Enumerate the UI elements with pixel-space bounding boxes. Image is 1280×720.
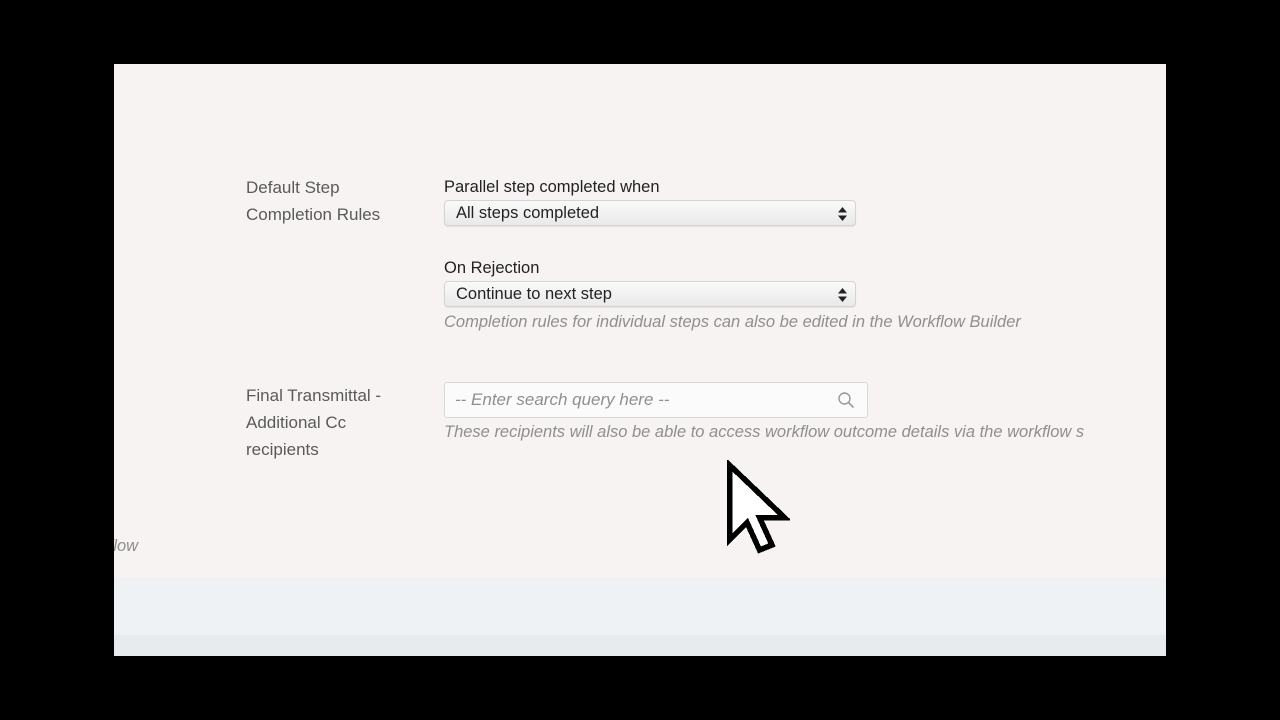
up-down-arrows-icon (838, 207, 847, 221)
mouse-pointer-icon (726, 460, 790, 554)
cut-off-workflow-text: rkflow (114, 537, 139, 555)
final-transmittal-label: Final Transmittal - Additional Cc recipi… (246, 386, 382, 459)
parallel-step-selected-value: All steps completed (456, 204, 600, 222)
on-rejection-select[interactable]: Continue to next step (444, 281, 856, 307)
parallel-step-select[interactable]: All steps completed (444, 200, 856, 226)
up-down-arrows-icon (838, 288, 847, 302)
footer-lower-band (114, 635, 1166, 656)
parallel-step-label: Parallel step completed when (444, 178, 660, 196)
footer-band (114, 578, 1166, 656)
cc-recipients-search[interactable] (444, 382, 868, 418)
cc-recipients-search-input[interactable] (455, 383, 825, 417)
completion-rules-hint: Completion rules for individual steps ca… (444, 313, 1021, 331)
on-rejection-selected-value: Continue to next step (456, 285, 612, 303)
on-rejection-label: On Rejection (444, 259, 540, 277)
search-icon[interactable] (837, 391, 855, 409)
cc-recipients-hint: These recipients will also be able to ac… (444, 423, 1085, 441)
default-step-completion-rules-label: Default Step Completion Rules (246, 178, 381, 224)
settings-panel: Default Step Completion Rules Parallel s… (114, 64, 1166, 656)
